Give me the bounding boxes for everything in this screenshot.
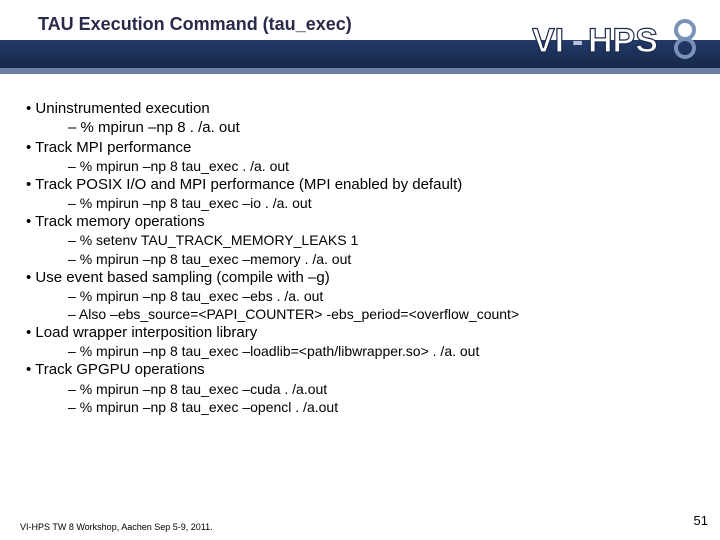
bullet-level2: Also –ebs_source=<PAPI_COUNTER> -ebs_per… (20, 306, 700, 322)
bullet-level1: Track MPI performance (20, 139, 700, 156)
bullet-text: Track GPGPU operations (35, 361, 205, 378)
bullet-level1: Load wrapper interposition library (20, 324, 700, 341)
svg-text:-: - (572, 22, 583, 60)
slide-header: TAU Execution Command (tau_exec) VI - HP… (0, 0, 720, 76)
bullet-text: Uninstrumented execution (35, 100, 209, 117)
bullet-level2: % mpirun –np 8 tau_exec –loadlib=<path/l… (20, 343, 700, 359)
bullet-level2: % mpirun –np 8 tau_exec –opencl . /a.out (20, 399, 700, 415)
bullet-text: % setenv TAU_TRACK_MEMORY_LEAKS 1 (80, 232, 359, 248)
bullet-text: Track memory operations (35, 213, 205, 230)
svg-text:VI: VI (532, 22, 564, 60)
bullet-level2: % mpirun –np 8 . /a. out (20, 119, 700, 136)
bullet-level2: % mpirun –np 8 tau_exec –io . /a. out (20, 195, 700, 211)
bullet-text: % mpirun –np 8 tau_exec –ebs . /a. out (80, 288, 324, 304)
slide-body: Uninstrumented execution % mpirun –np 8 .… (20, 96, 700, 415)
bullet-text: Track MPI performance (35, 139, 191, 156)
bullet-level1: Use event based sampling (compile with –… (20, 269, 700, 286)
bullet-text: % mpirun –np 8 tau_exec –opencl . /a.out (80, 399, 338, 415)
bullet-level1: Track memory operations (20, 213, 700, 230)
page-number: 51 (694, 513, 708, 528)
bullet-level2: % mpirun –np 8 tau_exec –memory . /a. ou… (20, 251, 700, 267)
bullet-text: % mpirun –np 8 tau_exec –memory . /a. ou… (80, 251, 352, 267)
bullet-level2: % mpirun –np 8 tau_exec –cuda . /a.out (20, 381, 700, 397)
bullet-text: % mpirun –np 8 tau_exec –io . /a. out (80, 195, 312, 211)
bullet-text: Load wrapper interposition library (35, 324, 257, 341)
bullet-text: Use event based sampling (compile with –… (35, 269, 329, 286)
bullet-level1: Track POSIX I/O and MPI performance (MPI… (20, 176, 700, 193)
bullet-text: Also –ebs_source=<PAPI_COUNTER> -ebs_per… (79, 306, 519, 322)
bullet-level1: Uninstrumented execution (20, 100, 700, 117)
slide-title: TAU Execution Command (tau_exec) (38, 14, 352, 35)
bullet-text: % mpirun –np 8 tau_exec –loadlib=<path/l… (80, 343, 480, 359)
bullet-level1: Track GPGPU operations (20, 361, 700, 378)
bullet-text: Track POSIX I/O and MPI performance (MPI… (35, 176, 462, 193)
slide-footer: VI-HPS TW 8 Workshop, Aachen Sep 5-9, 20… (20, 522, 213, 532)
vihps-logo: VI - HPS (532, 14, 702, 66)
header-stripe-light (0, 68, 720, 74)
bullet-level2: % setenv TAU_TRACK_MEMORY_LEAKS 1 (20, 232, 700, 248)
svg-text:HPS: HPS (588, 22, 658, 60)
bullet-text: % mpirun –np 8 tau_exec . /a. out (80, 158, 289, 174)
bullet-level2: % mpirun –np 8 tau_exec . /a. out (20, 158, 700, 174)
bullet-level2: % mpirun –np 8 tau_exec –ebs . /a. out (20, 288, 700, 304)
bullet-text: % mpirun –np 8 . /a. out (81, 119, 240, 136)
bullet-text: % mpirun –np 8 tau_exec –cuda . /a.out (80, 381, 328, 397)
